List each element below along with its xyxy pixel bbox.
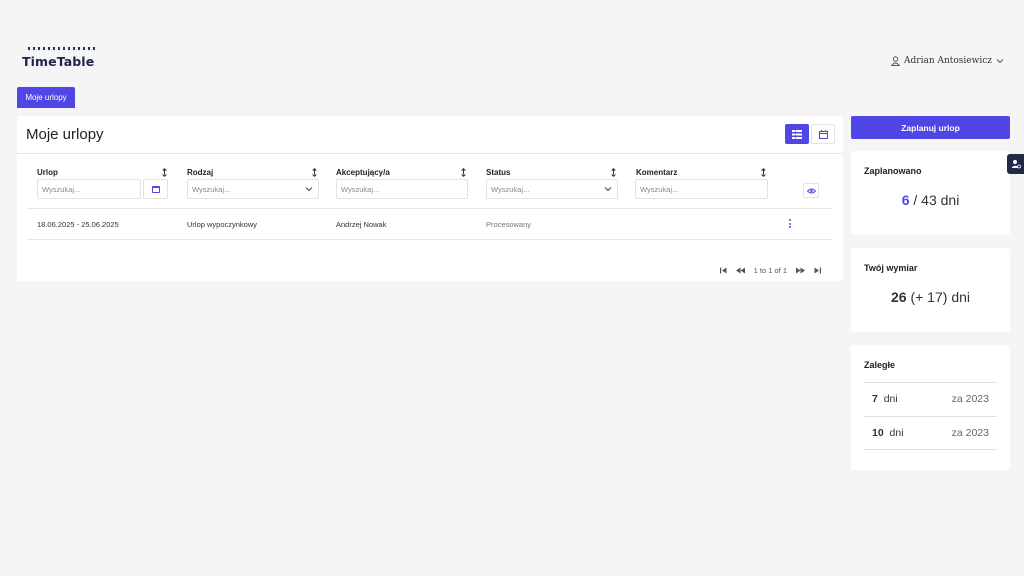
tab-moje-urlopy[interactable]: Moje urlopy — [17, 87, 75, 108]
user-settings-icon — [1011, 160, 1021, 169]
column-header-rodzaj[interactable]: Rodzaj — [187, 168, 213, 177]
card-header: Moje urlopy — [17, 116, 843, 154]
filter-komentarz-input[interactable]: Wyszukaj... — [635, 179, 768, 199]
filter-rodzaj-placeholder: Wyszukaj... — [192, 184, 231, 194]
divider — [27, 239, 831, 240]
grid-icon — [792, 129, 802, 139]
eye-icon — [806, 188, 816, 193]
cell-rodzaj: Urlop wypoczynkowy — [187, 220, 258, 229]
sort-icon[interactable] — [162, 168, 167, 177]
column-header-akceptujacy[interactable]: Akceptujący/a — [336, 168, 390, 177]
overdue-title: Zaległe — [864, 360, 896, 370]
app-logo: TimeTable — [22, 47, 95, 69]
user-icon — [891, 56, 901, 66]
column-header-status[interactable]: Status — [486, 168, 510, 177]
planned-title: Zaplanowano — [864, 166, 922, 176]
allowance-card: Twój wymiar 26 (+ 17) dni — [851, 248, 1010, 332]
planned-total: / 43 dni — [913, 192, 960, 208]
cell-urlop: 18.06.2025 - 25.06.2025 — [37, 220, 119, 229]
pagination-info: 1 to 1 of 1 — [753, 266, 787, 275]
filter-akceptujacy-input[interactable]: Wyszukaj... — [336, 179, 468, 199]
user-name: Adrian Antosiewicz — [904, 56, 992, 66]
filter-urlop-input[interactable]: Wyszukaj... — [37, 179, 141, 199]
sort-icon[interactable] — [461, 168, 466, 177]
sort-icon[interactable] — [312, 168, 317, 177]
previous-page-icon[interactable] — [735, 267, 745, 274]
plan-leave-button[interactable]: Zaplanuj urlop — [851, 116, 1010, 139]
column-visibility-button[interactable] — [803, 183, 819, 198]
row-actions-icon[interactable] — [789, 219, 792, 230]
overdue-year: za 2023 — [951, 393, 989, 405]
calendar-icon — [818, 129, 828, 139]
sort-icon[interactable] — [611, 168, 616, 177]
logo-text: TimeTable — [22, 54, 95, 69]
overdue-days: 7 — [872, 393, 878, 405]
overdue-unit: dni — [889, 427, 904, 439]
next-page-icon[interactable] — [796, 267, 805, 274]
chevron-down-icon — [996, 59, 1004, 64]
overdue-card: Zaległe 7 dni za 2023 10 dni za 2023 — [851, 345, 1010, 470]
allowance-base: 26 — [890, 289, 907, 305]
overdue-unit: dni — [883, 393, 898, 405]
accessibility-tab[interactable] — [1007, 154, 1024, 174]
first-page-icon[interactable] — [719, 267, 727, 274]
planned-used: 6 — [901, 192, 910, 208]
filter-rodzaj-select[interactable]: Wyszukaj... — [187, 179, 319, 199]
divider — [27, 208, 831, 209]
page-title: Moje urlopy — [26, 126, 104, 143]
planned-value: 6 / 43 dni — [851, 192, 1010, 208]
filter-status-placeholder: Wyszukaj... — [491, 184, 530, 194]
allowance-value: 26 (+ 17) dni — [851, 289, 1010, 305]
column-header-urlop[interactable]: Urlop — [37, 168, 58, 177]
logo-dots — [28, 47, 95, 50]
filter-status-select[interactable]: Wyszukaj... — [486, 179, 618, 199]
user-menu[interactable]: Adrian Antosiewicz — [891, 56, 1004, 66]
calendar-icon — [151, 186, 160, 193]
view-toggle — [785, 124, 835, 144]
table-view-button[interactable] — [785, 124, 809, 144]
calendar-view-button[interactable] — [811, 124, 835, 144]
allowance-unit: dni — [951, 289, 970, 305]
date-picker-button[interactable] — [143, 179, 168, 199]
cell-status: Procesowany — [486, 220, 532, 229]
allowance-title: Twój wymiar — [864, 263, 918, 273]
allowance-extra: (+ 17) — [910, 289, 948, 305]
divider — [864, 382, 997, 383]
column-header-komentarz[interactable]: Komentarz — [636, 168, 677, 177]
overdue-days: 10 — [872, 427, 884, 439]
overdue-year: za 2023 — [951, 427, 989, 439]
cell-akceptujacy: Andrzej Nowak — [336, 220, 387, 229]
chevron-down-icon — [604, 187, 612, 192]
chevron-down-icon — [305, 187, 313, 192]
sort-icon[interactable] — [761, 168, 766, 177]
planned-card: Zaplanowano 6 / 43 dni — [851, 151, 1010, 235]
pagination: 1 to 1 of 1 — [719, 266, 821, 275]
divider — [864, 416, 997, 417]
last-page-icon[interactable] — [814, 267, 821, 274]
divider — [864, 449, 997, 450]
leave-table-card: Moje urlopy Urlop Rodzaj Akceptujący/a S… — [17, 116, 843, 281]
